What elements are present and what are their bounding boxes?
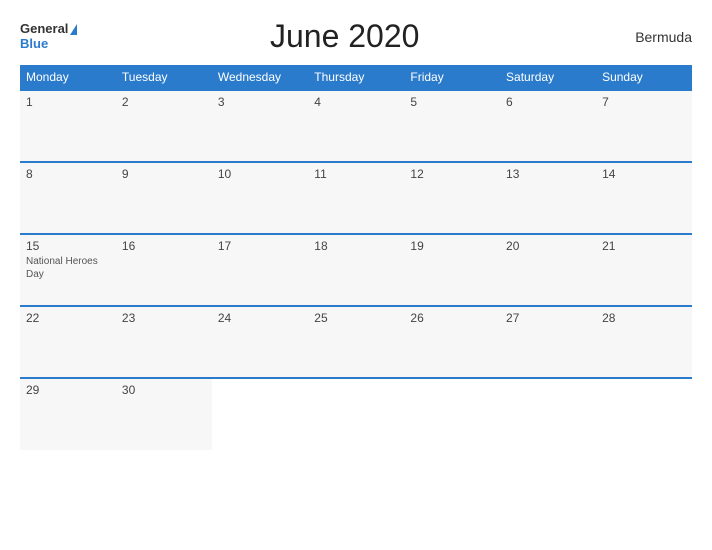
table-row: 11 <box>308 162 404 234</box>
table-row: 14 <box>596 162 692 234</box>
day-number: 9 <box>122 167 206 181</box>
day-number: 15 <box>26 239 110 253</box>
day-number: 21 <box>602 239 686 253</box>
day-number: 18 <box>314 239 398 253</box>
day-number: 30 <box>122 383 206 397</box>
table-row: 3 <box>212 90 308 162</box>
day-number: 5 <box>410 95 494 109</box>
table-row: 10 <box>212 162 308 234</box>
table-row: 1 <box>20 90 116 162</box>
table-row: 29 <box>20 378 116 450</box>
logo-triangle-icon <box>70 24 77 35</box>
day-number: 2 <box>122 95 206 109</box>
page: General Blue June 2020 Bermuda Monday Tu… <box>0 0 712 550</box>
day-number: 20 <box>506 239 590 253</box>
day-number: 7 <box>602 95 686 109</box>
table-row: 30 <box>116 378 212 450</box>
day-number: 10 <box>218 167 302 181</box>
table-row: 8 <box>20 162 116 234</box>
col-thursday: Thursday <box>308 65 404 90</box>
col-friday: Friday <box>404 65 500 90</box>
col-monday: Monday <box>20 65 116 90</box>
day-number: 14 <box>602 167 686 181</box>
table-row: 5 <box>404 90 500 162</box>
table-row: 23 <box>116 306 212 378</box>
day-number: 1 <box>26 95 110 109</box>
col-saturday: Saturday <box>500 65 596 90</box>
table-row: 6 <box>500 90 596 162</box>
day-number: 22 <box>26 311 110 325</box>
table-row <box>404 378 500 450</box>
calendar-header-row: Monday Tuesday Wednesday Thursday Friday… <box>20 65 692 90</box>
day-number: 4 <box>314 95 398 109</box>
table-row: 17 <box>212 234 308 306</box>
table-row: 7 <box>596 90 692 162</box>
day-number: 29 <box>26 383 110 397</box>
day-number: 25 <box>314 311 398 325</box>
logo: General Blue <box>20 22 77 51</box>
table-row <box>596 378 692 450</box>
logo-blue-text: Blue <box>20 37 77 51</box>
table-row: 28 <box>596 306 692 378</box>
table-row: 24 <box>212 306 308 378</box>
table-row: 26 <box>404 306 500 378</box>
day-number: 3 <box>218 95 302 109</box>
table-row: 13 <box>500 162 596 234</box>
day-number: 17 <box>218 239 302 253</box>
table-row: 2 <box>116 90 212 162</box>
table-row: 27 <box>500 306 596 378</box>
day-number: 13 <box>506 167 590 181</box>
calendar-week-row: 1234567 <box>20 90 692 162</box>
table-row: 4 <box>308 90 404 162</box>
day-number: 23 <box>122 311 206 325</box>
day-number: 12 <box>410 167 494 181</box>
table-row: 22 <box>20 306 116 378</box>
day-number: 11 <box>314 167 398 181</box>
table-row <box>212 378 308 450</box>
calendar-table: Monday Tuesday Wednesday Thursday Friday… <box>20 65 692 450</box>
region-label: Bermuda <box>612 29 692 45</box>
table-row: 18 <box>308 234 404 306</box>
col-tuesday: Tuesday <box>116 65 212 90</box>
table-row: 9 <box>116 162 212 234</box>
day-number: 26 <box>410 311 494 325</box>
table-row: 19 <box>404 234 500 306</box>
calendar-week-row: 15 National Heroes Day 16 17 18 19 20 21 <box>20 234 692 306</box>
col-sunday: Sunday <box>596 65 692 90</box>
day-number: 8 <box>26 167 110 181</box>
table-row: 21 <box>596 234 692 306</box>
calendar-week-row: 89 10 11 12 13 14 <box>20 162 692 234</box>
day-number: 16 <box>122 239 206 253</box>
table-row: 20 <box>500 234 596 306</box>
calendar-week-row: 22 23 24 25 26 27 28 <box>20 306 692 378</box>
table-row: 12 <box>404 162 500 234</box>
table-row: 15 National Heroes Day <box>20 234 116 306</box>
logo-general-text: General <box>20 22 68 36</box>
table-row: 25 <box>308 306 404 378</box>
day-number: 6 <box>506 95 590 109</box>
day-number: 24 <box>218 311 302 325</box>
col-wednesday: Wednesday <box>212 65 308 90</box>
day-number: 27 <box>506 311 590 325</box>
day-number: 19 <box>410 239 494 253</box>
month-title: June 2020 <box>77 18 612 55</box>
day-number: 28 <box>602 311 686 325</box>
table-row: 16 <box>116 234 212 306</box>
header: General Blue June 2020 Bermuda <box>20 18 692 55</box>
day-event-label: National Heroes Day <box>26 255 110 281</box>
table-row <box>500 378 596 450</box>
table-row <box>308 378 404 450</box>
calendar-week-row: 29 30 <box>20 378 692 450</box>
